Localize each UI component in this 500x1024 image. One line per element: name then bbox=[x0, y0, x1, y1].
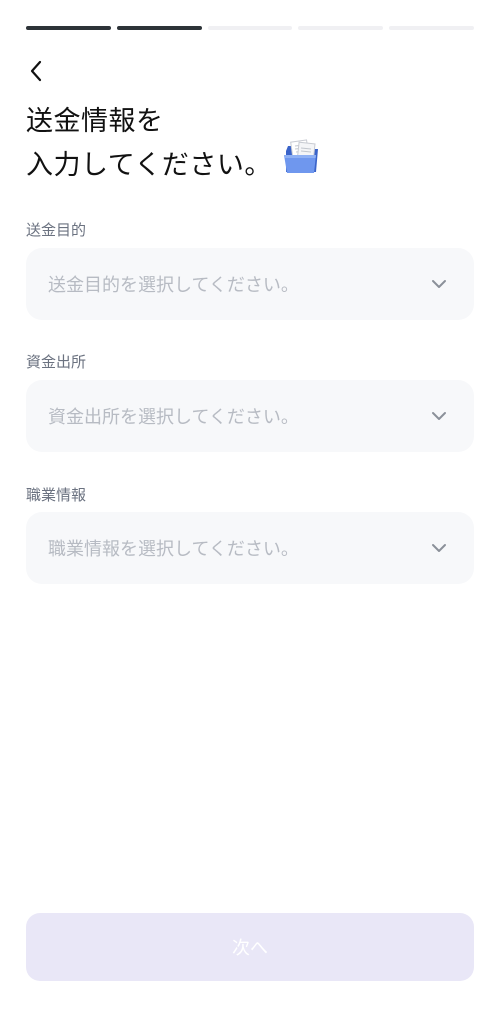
field-label-remittance-purpose: 送金目的 bbox=[26, 221, 87, 239]
progress-step-1 bbox=[26, 26, 111, 30]
chevron-down-icon bbox=[432, 412, 446, 420]
next-button[interactable]: 次へ bbox=[26, 913, 474, 981]
chevron-down-icon bbox=[432, 280, 446, 288]
remittance-purpose-placeholder: 送金目的を選択してください。 bbox=[48, 275, 299, 296]
page-title-line-2: 入力してください。 bbox=[26, 150, 272, 181]
occupation-placeholder: 職業情報を選択してください。 bbox=[48, 539, 299, 560]
page-title: 送金情報を 入力してください。 bbox=[26, 100, 466, 189]
chevron-left-icon bbox=[30, 60, 42, 82]
source-of-funds-placeholder: 資金出所を選択してください。 bbox=[48, 407, 299, 428]
remittance-purpose-select[interactable]: 送金目的を選択してください。 bbox=[26, 248, 474, 320]
field-label-occupation: 職業情報 bbox=[26, 486, 87, 504]
back-button[interactable] bbox=[22, 56, 50, 86]
chevron-down-icon bbox=[432, 544, 446, 552]
step-progress-bar bbox=[26, 26, 474, 30]
page-title-line-1: 送金情報を bbox=[26, 106, 164, 137]
progress-step-2 bbox=[116, 26, 202, 30]
progress-step-5 bbox=[389, 26, 474, 30]
progress-step-3 bbox=[207, 26, 293, 30]
occupation-select[interactable]: 職業情報を選択してください。 bbox=[26, 512, 474, 584]
source-of-funds-select[interactable]: 資金出所を選択してください。 bbox=[26, 380, 474, 452]
field-label-source-of-funds: 資金出所 bbox=[26, 353, 87, 371]
folder-with-documents-icon bbox=[282, 138, 320, 189]
progress-step-4 bbox=[298, 26, 384, 30]
